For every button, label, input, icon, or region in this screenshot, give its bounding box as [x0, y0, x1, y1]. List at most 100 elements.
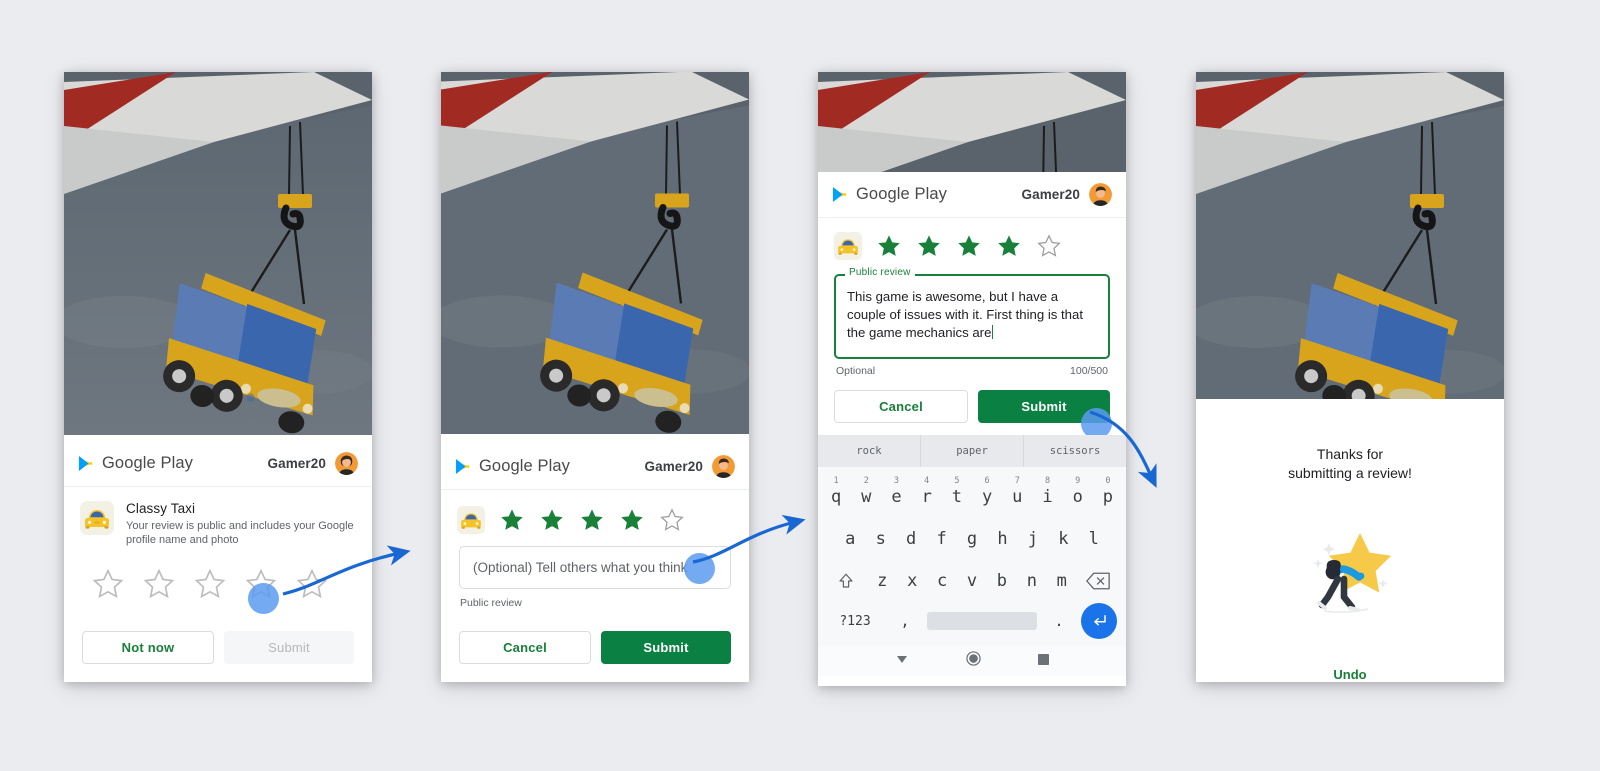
key-v[interactable]: v [957, 562, 987, 600]
star-4[interactable] [996, 233, 1022, 259]
key-e-label: e [891, 487, 902, 507]
keyboard-row-4: ?123 , . [821, 600, 1123, 642]
key-e[interactable]: 3e [881, 476, 911, 516]
star-rating-3[interactable] [818, 218, 1126, 260]
star-5[interactable] [659, 507, 685, 533]
key-z[interactable]: z [867, 562, 897, 600]
character-counter: 100/500 [1070, 365, 1108, 377]
android-navigation-bar [818, 646, 1126, 676]
public-review-legend: Public review [845, 267, 915, 278]
backspace-icon[interactable] [1077, 562, 1120, 600]
shift-up-arrow-icon[interactable] [824, 562, 867, 600]
key-m[interactable]: m [1047, 562, 1077, 600]
star-1[interactable] [499, 507, 525, 533]
undo-button[interactable]: Undo [1196, 667, 1504, 682]
key-q[interactable]: 1q [821, 476, 851, 516]
soft-keyboard: rock paper scissors 1q 2w 3e 4r 5t 6y 7u… [818, 435, 1126, 676]
key-r[interactable]: 4r [912, 476, 942, 516]
key-y-label: y [981, 487, 993, 507]
key-w[interactable]: 2w [851, 476, 881, 516]
submit-button-3-label: Submit [1021, 399, 1067, 414]
key-d[interactable]: d [896, 520, 926, 558]
google-play-triangle-icon [455, 458, 470, 475]
star-2[interactable] [916, 233, 942, 259]
key-p[interactable]: 0p [1093, 476, 1123, 516]
brand-label-2: Google Play [479, 457, 570, 475]
phone-screen-1: Google Play Gamer20 Classy Taxi Your rev… [64, 72, 372, 682]
star-rating-2[interactable] [441, 490, 749, 534]
review-input[interactable]: (Optional) Tell others what you think [459, 546, 731, 589]
key-j[interactable]: j [1018, 520, 1048, 558]
review-disclaimer: Your review is public and includes your … [126, 520, 354, 546]
taxi-app-icon [834, 232, 862, 260]
key-q-label: q [830, 487, 842, 507]
brand-label-3: Google Play [856, 185, 947, 203]
taxi-app-icon [457, 506, 485, 534]
home-circle-icon[interactable] [966, 651, 981, 671]
game-background-art-4 [1196, 72, 1504, 435]
symbols-key[interactable]: ?123 [827, 614, 883, 629]
key-s[interactable]: s [865, 520, 895, 558]
suggestion-2[interactable]: paper [920, 435, 1023, 467]
google-play-triangle-icon [832, 186, 847, 203]
action-buttons-3: Cancel Submit [818, 377, 1126, 439]
cancel-button-3[interactable]: Cancel [834, 390, 968, 423]
submit-button-3[interactable]: Submit [978, 390, 1112, 439]
space-key[interactable] [927, 612, 1037, 630]
key-y-number: 6 [984, 476, 990, 486]
key-b[interactable]: b [987, 562, 1017, 600]
key-y[interactable]: 6y [972, 476, 1002, 516]
star-1[interactable] [82, 567, 133, 601]
submit-button-2[interactable]: Submit [601, 631, 731, 664]
text-caret [992, 325, 994, 339]
back-triangle-icon[interactable] [895, 652, 909, 671]
star-5[interactable] [1036, 233, 1062, 259]
key-a[interactable]: a [835, 520, 865, 558]
star-5[interactable] [286, 567, 337, 601]
key-i[interactable]: 8i [1032, 476, 1062, 516]
key-n[interactable]: n [1017, 562, 1047, 600]
public-review-textarea[interactable]: This game is awesome, but I have a coupl… [834, 274, 1110, 359]
cancel-button-2[interactable]: Cancel [459, 631, 591, 664]
period-key[interactable]: . [1042, 612, 1076, 630]
star-rating-1[interactable] [64, 547, 372, 614]
key-t[interactable]: 5t [942, 476, 972, 516]
suggestion-3[interactable]: scissors [1023, 435, 1126, 467]
avatar[interactable] [335, 452, 358, 475]
avatar[interactable] [1089, 183, 1112, 206]
star-4[interactable] [619, 507, 645, 533]
review-sheet-1: Google Play Gamer20 Classy Taxi Your rev… [64, 441, 372, 682]
suggestion-1[interactable]: rock [818, 435, 920, 467]
submit-button-disabled: Submit [224, 631, 354, 664]
key-u-label: u [1012, 487, 1023, 507]
key-f[interactable]: f [926, 520, 956, 558]
key-c[interactable]: c [927, 562, 957, 600]
avatar[interactable] [712, 455, 735, 478]
public-review-value: This game is awesome, but I have a coupl… [847, 289, 1084, 340]
key-g[interactable]: g [957, 520, 987, 558]
star-4[interactable] [235, 567, 286, 614]
key-r-number: 4 [924, 476, 930, 486]
key-l[interactable]: l [1079, 520, 1109, 558]
key-x[interactable]: x [897, 562, 927, 600]
star-3[interactable] [956, 233, 982, 259]
key-u[interactable]: 7u [1002, 476, 1032, 516]
star-2[interactable] [133, 567, 184, 601]
star-3[interactable] [184, 567, 235, 601]
key-k[interactable]: k [1048, 520, 1078, 558]
recents-square-icon[interactable] [1038, 652, 1050, 670]
google-play-header-1: Google Play Gamer20 [64, 441, 372, 487]
key-h[interactable]: h [987, 520, 1017, 558]
brand-label-1: Google Play [102, 454, 193, 472]
comma-key[interactable]: , [888, 612, 922, 630]
review-input-wrap: (Optional) Tell others what you think [441, 534, 749, 589]
enter-arrow-icon[interactable] [1081, 603, 1117, 639]
star-1[interactable] [876, 233, 902, 259]
key-w-label: w [861, 487, 872, 507]
not-now-button[interactable]: Not now [82, 631, 214, 664]
star-3[interactable] [579, 507, 605, 533]
key-o[interactable]: 9o [1063, 476, 1093, 516]
phone-screen-3: Google Play Gamer20 Public review This g… [818, 72, 1126, 686]
review-sheet-3: Google Play Gamer20 Public review This g… [818, 172, 1126, 676]
star-2[interactable] [539, 507, 565, 533]
